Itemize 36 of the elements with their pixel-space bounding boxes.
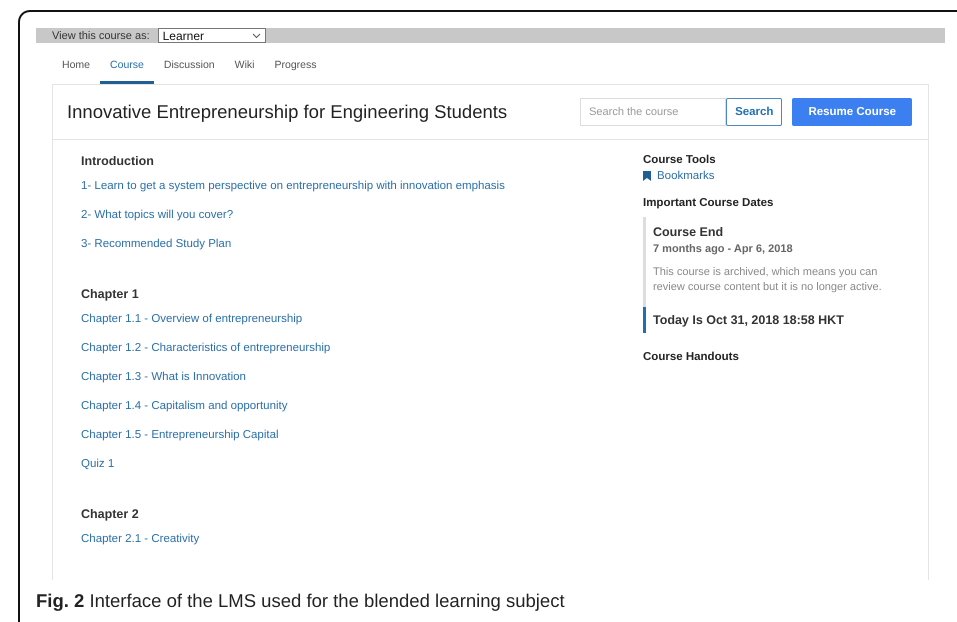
date-title: Today Is Oct 31, 2018 18:58 HKT [653, 313, 845, 327]
resume-course-button[interactable]: Resume Course [792, 98, 912, 126]
nav-tab[interactable]: Discussion [154, 51, 225, 84]
nav-tab[interactable]: Wiki [224, 51, 264, 84]
figure-caption: Fig. 2 Interface of the LMS used for the blended learning subject [36, 590, 566, 612]
lesson-link[interactable]: 3- Recommended Study Plan [81, 238, 232, 250]
lesson-link[interactable]: 1- Learn to get a system perspective on entrepreneurship with innovation emphasis [81, 180, 505, 192]
nav-tab[interactable]: Course [100, 51, 154, 84]
bookmarks-link[interactable]: Bookmarks [643, 170, 715, 182]
search-button[interactable]: Search [726, 98, 782, 126]
date-when: 7 months ago - Apr 6, 2018 [653, 243, 794, 255]
lesson-link[interactable]: Chapter 1.5 - Entrepreneurship Capital [81, 429, 279, 441]
lesson-link[interactable]: Chapter 1.2 - Characteristics of entrepreneurship [81, 342, 330, 354]
search-field[interactable]: Search the course [580, 98, 726, 126]
course-title: Innovative Entrepreneurship for Engineering Students [67, 101, 508, 123]
nav-tab[interactable]: Home [52, 51, 100, 84]
lesson-link[interactable]: 2- What topics will you cover? [81, 209, 234, 221]
bookmark-icon [643, 171, 651, 181]
view-as-label: View this course as: [52, 30, 150, 42]
date-title: Course End [653, 225, 724, 239]
lesson-link[interactable]: Chapter 2.1 - Creativity [81, 533, 200, 545]
lesson-link[interactable]: Chapter 1.3 - What is Innovation [81, 371, 246, 383]
bookmarks-label: Bookmarks [657, 170, 715, 182]
date-note: This course is archived, which means you can review course content but it is no longer active. [653, 265, 883, 295]
lesson-link[interactable]: Chapter 1.1 - Overview of entrepreneurship [81, 313, 302, 325]
section-heading: Chapter 2 [81, 507, 140, 521]
chevron-down-icon [252, 32, 261, 38]
lesson-link[interactable]: Chapter 1.4 - Capitalism and opportunity [81, 400, 288, 412]
handouts-heading: Course Handouts [643, 351, 740, 363]
lesson-link[interactable]: Quiz 1 [81, 458, 114, 470]
section-heading: Introduction [81, 154, 155, 168]
course-tools-heading: Course Tools [643, 154, 717, 166]
dates-heading: Important Course Dates [643, 197, 774, 209]
nav-tab[interactable]: Progress [264, 51, 326, 84]
role-select[interactable]: Learner [158, 28, 266, 43]
section-heading: Chapter 1 [81, 287, 140, 301]
